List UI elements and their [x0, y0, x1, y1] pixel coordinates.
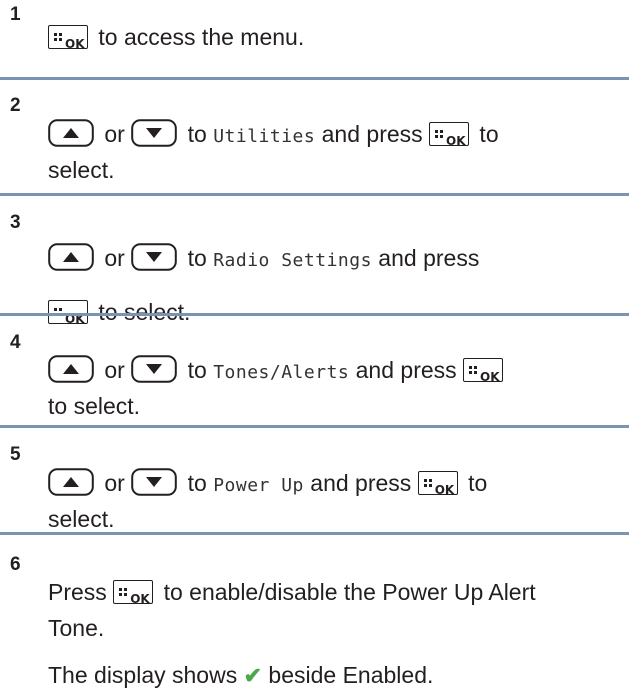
step-text-line: OK to access the menu.	[48, 22, 304, 52]
instruction-text: or	[98, 357, 132, 383]
step-text-line: select.	[48, 504, 114, 534]
up-arrow-key-icon	[48, 119, 94, 147]
step-text-line: or to Utilities and press OK to	[48, 119, 499, 152]
up-arrow-key-icon	[48, 355, 94, 383]
menu-ok-key-icon: OK	[429, 122, 470, 148]
instruction-text: to select.	[92, 299, 191, 325]
instruction-text: or	[98, 121, 132, 147]
menu-ok-key-icon: OK	[48, 300, 88, 326]
step-number: 2	[10, 95, 21, 116]
step-number: 5	[10, 444, 21, 465]
down-arrow-key-icon	[131, 243, 178, 271]
ok-key-label: OK	[130, 592, 150, 606]
instruction-text: to select.	[48, 393, 141, 419]
instruction-text: to	[181, 470, 214, 496]
grid-glyph-icon	[54, 33, 62, 41]
checkmark-icon: ✔	[243, 663, 263, 688]
up-arrow-key-icon	[48, 243, 94, 271]
grid-glyph-icon	[119, 588, 128, 596]
down-arrow-key-icon	[131, 355, 178, 383]
instruction-text: and press	[303, 470, 418, 496]
menu-ok-key-icon: OK	[48, 25, 88, 51]
instruction-text: and press	[315, 121, 430, 147]
step-number: 3	[10, 212, 21, 233]
step-divider	[0, 532, 629, 535]
step-text-line: to select.	[48, 391, 140, 421]
down-arrow-key-icon	[131, 119, 178, 147]
menu-item-name: Power Up	[213, 475, 304, 496]
instruction-text: to	[181, 357, 214, 383]
step-divider	[0, 425, 629, 428]
ok-key-label: OK	[446, 134, 466, 148]
step-text-line: Press OK to enable/disable the Power Up …	[48, 577, 536, 607]
instruction-text: select.	[48, 157, 115, 183]
step-text-line: Tone.	[48, 613, 104, 643]
ok-key-label: OK	[65, 312, 85, 326]
menu-ok-key-icon: OK	[417, 471, 458, 497]
instruction-text: Tone.	[48, 615, 105, 641]
step-text-line: The display shows ✔ beside Enabled.	[48, 660, 433, 691]
step-number: 4	[10, 332, 21, 353]
down-arrow-key-icon	[131, 468, 178, 496]
step-number: 1	[10, 4, 21, 25]
instruction-text: and press	[349, 357, 464, 383]
step-number: 6	[10, 554, 21, 575]
instruction-text: or	[98, 470, 132, 496]
menu-item-name: Tones/Alerts	[213, 362, 350, 383]
step-text-line: or to Tones/Alerts and press OK	[48, 355, 507, 388]
instruction-text: to	[473, 121, 499, 147]
instruction-text: or	[98, 245, 132, 271]
grid-glyph-icon	[423, 479, 432, 487]
ok-key-label: OK	[65, 37, 85, 51]
instruction-text: to	[461, 470, 488, 496]
instruction-text: The display shows	[48, 662, 244, 688]
up-arrow-key-icon	[48, 468, 94, 496]
instruction-text: and press	[371, 245, 480, 271]
instruction-text: Press	[48, 579, 114, 605]
instruction-text: to enable/disable the Power Up Alert	[157, 579, 536, 605]
step-text-line: or to Radio Settings and press	[48, 243, 479, 276]
instruction-text: to	[181, 121, 214, 147]
grid-glyph-icon	[469, 366, 478, 374]
step-text-line: OK to select.	[48, 297, 190, 327]
menu-ok-key-icon: OK	[463, 358, 504, 384]
step-text-line: or to Power Up and press OK to	[48, 468, 487, 501]
instruction-text: to access the menu.	[92, 24, 305, 50]
step-text-line: select.	[48, 155, 114, 185]
instruction-text: to	[181, 245, 214, 271]
step-divider	[0, 77, 629, 80]
grid-glyph-icon	[435, 130, 444, 138]
instruction-text: beside Enabled.	[262, 662, 434, 688]
ok-key-label: OK	[434, 483, 455, 497]
menu-item-name: Utilities	[213, 126, 316, 147]
ok-key-label: OK	[480, 370, 500, 384]
instruction-text: select.	[48, 506, 115, 532]
menu-ok-key-icon: OK	[113, 580, 154, 606]
step-divider	[0, 193, 629, 196]
menu-item-name: Radio Settings	[213, 250, 372, 271]
step-divider	[0, 313, 629, 316]
